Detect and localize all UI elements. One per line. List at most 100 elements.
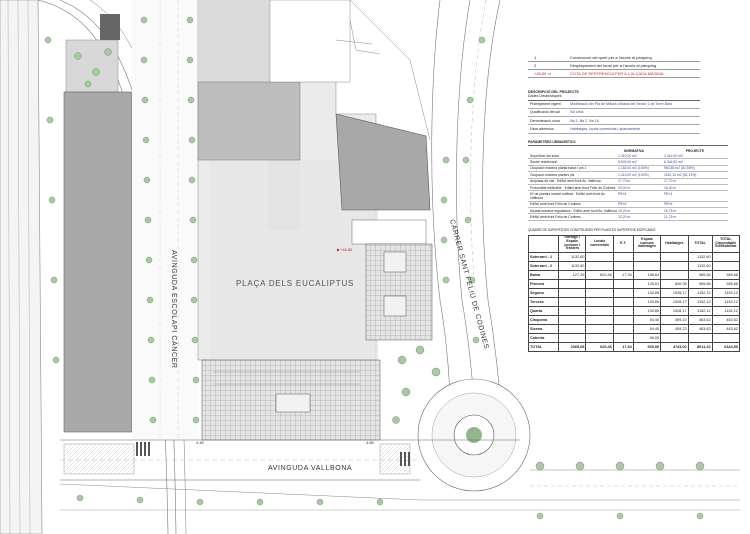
surfaces-cell xyxy=(632,251,662,262)
surfaces-cell xyxy=(585,260,614,271)
surfaces-cell: 463,62 xyxy=(711,314,741,325)
surfaces-cell: 965,66 xyxy=(687,278,713,289)
building-feliu xyxy=(335,113,431,211)
surfaces-cell: 2365,68 xyxy=(557,341,587,352)
surfaces-cell: 409,22 xyxy=(660,323,689,334)
surfaces-header: Locals comercials xyxy=(585,234,614,253)
surfaces-cell xyxy=(585,323,614,334)
surfaces-cell xyxy=(612,287,634,298)
surfaces-cell xyxy=(711,260,741,271)
surfaces-cell: 1028,17 xyxy=(660,287,689,298)
surfaces-cell: 965,66 xyxy=(687,269,713,280)
surfaces-header: Espais comuns habitatges xyxy=(632,234,662,253)
surfaces-cell xyxy=(557,332,587,343)
surfaces-cell xyxy=(660,251,689,262)
surfaces-row: Primera 125,61 840,05 965,66 965,66 xyxy=(528,278,741,289)
surfaces-row: TOTAL 2365,68 620,46 17,34 930,00 4743,00 8611… xyxy=(528,341,741,352)
surfaces-cell xyxy=(711,251,741,262)
params-title: PARÀMETRES URBANÍSTICS xyxy=(528,140,728,146)
params-row: Edifici amb front Feliu de Codines 22,20 … xyxy=(528,214,728,221)
params-columns: NORMATIVA PROJECTE xyxy=(623,149,704,153)
surfaces-cell xyxy=(557,278,587,289)
surfaces-cell: Soterrani - 1 xyxy=(528,251,559,262)
surfaces-cell xyxy=(632,260,662,271)
surfaces-row: Segona 133,65 1028,17 1152,12 1152,12 xyxy=(528,287,741,298)
surfaces-cell xyxy=(687,332,713,343)
surfaces-cell xyxy=(557,314,587,325)
surfaces-cell xyxy=(557,287,587,298)
surfaces-cell: TOTAL xyxy=(528,341,559,352)
surfaces-cell xyxy=(612,332,634,343)
surfaces-cell: 54,40 xyxy=(632,314,662,325)
legend-row: 1 Construcció del quiet per a l'accés al … xyxy=(528,54,700,62)
legend-text: Construcció del quiet per a l'accés al p… xyxy=(570,55,652,60)
surfaces-header xyxy=(528,234,559,253)
label-avinguda-escolapi: AVINGUDA ESCOLAPI CÀNCER xyxy=(170,250,179,369)
surfaces-cell: 198,64 xyxy=(632,269,662,280)
surfaces-cell: 133,65 xyxy=(632,296,662,307)
surfaces-title: QUADRE DE SUPERFÍCIES CONSTRUÏDES PER PL… xyxy=(528,228,656,232)
surfaces-cell: 133,65 xyxy=(632,287,662,298)
surfaces-cell: 4743,00 xyxy=(660,341,689,352)
surfaces-cell xyxy=(711,332,741,343)
surfaces-cell xyxy=(585,296,614,307)
legend-num: 2 xyxy=(534,63,537,68)
surfaces-cell xyxy=(557,305,587,316)
surfaces-header: Garatge i Espais comuns i Trasters xyxy=(557,234,587,253)
surfaces-cell xyxy=(612,251,634,262)
surfaces-cell xyxy=(612,296,634,307)
surfaces-cell: 133,65 xyxy=(632,305,662,316)
surfaces-table-block: QUADRE DE SUPERFÍCIES CONSTRUÏDES PER PL… xyxy=(528,228,741,352)
surfaces-cell: 127,29 xyxy=(557,269,587,280)
surfaces-cell xyxy=(660,269,689,280)
building-block-center xyxy=(197,81,301,161)
surfaces-row: Coberta 96,00 xyxy=(528,332,741,343)
label-carrer-sant-feliu: CARRER SANT FELIU DE CODINES xyxy=(448,219,489,350)
surfaces-cell: 1132,60 xyxy=(687,260,713,271)
surfaces-cell: 620,46 xyxy=(585,269,614,280)
surfaces-cell xyxy=(660,260,689,271)
surfaces-cell: Soterrani - 2 xyxy=(528,260,559,271)
legend-num: +48.85 m xyxy=(534,71,551,76)
surfaces-cell: 965,66 xyxy=(711,269,741,280)
surfaces-cell: Baixa xyxy=(528,269,559,280)
description-row: Qualificació del sòl Sòl urbà xyxy=(528,109,700,118)
surfaces-row: Sisena 54,40 409,22 463,62 463,62 xyxy=(528,323,741,334)
surfaces-cell: 1152,12 xyxy=(687,296,713,307)
surfaces-cell: 1132,60 xyxy=(557,251,587,262)
legend-text: COTA DE REFERÈNCIA PER A L'ALÇADA MÀXIMA xyxy=(570,71,664,76)
surfaces-cell: 1152,12 xyxy=(711,287,741,298)
surfaces-header: TOTAL Computable Edificabilitat xyxy=(711,234,741,253)
urban-parameters: PARÀMETRES URBANÍSTICS NORMATIVA PROJECTE… xyxy=(528,140,728,221)
surfaces-cell: 125,61 xyxy=(632,278,662,289)
surfaces-cell: 409,22 xyxy=(660,314,689,325)
surfaces-row: Soterrani - 2 1132,60 1132,60 xyxy=(528,260,741,271)
building-escolapi xyxy=(63,91,133,433)
zebra-crossings xyxy=(136,442,410,466)
surfaces-cell: Tercera xyxy=(528,296,559,307)
corner-mark-a: 4.45 xyxy=(196,440,205,445)
description-title: DESCRIPCIÓ DEL PROJECTE Dades Urbanístiqu… xyxy=(528,90,700,101)
surfaces-cell: 463,62 xyxy=(687,314,713,325)
surfaces-cell: Primera xyxy=(528,278,559,289)
surfaces-cell xyxy=(585,305,614,316)
surfaces-cell xyxy=(585,332,614,343)
surfaces-cell: 1152,12 xyxy=(687,287,713,298)
legend: 1 Construcció del quiet per a l'accés al … xyxy=(528,54,700,78)
surfaces-cell: 620,46 xyxy=(585,341,614,352)
surfaces-cell: 17,34 xyxy=(612,269,634,280)
surfaces-row: Cinquena 54,40 409,22 463,62 463,62 xyxy=(528,314,741,325)
avinguda-vallbona-road xyxy=(59,439,740,511)
surfaces-cell xyxy=(612,314,634,325)
roundabout xyxy=(417,378,531,492)
legend-row: +48.85 m COTA DE REFERÈNCIA PER A L'ALÇAD… xyxy=(528,70,700,78)
surfaces-header: E.T. xyxy=(612,234,634,253)
surfaces-cell xyxy=(585,278,614,289)
surfaces-cell xyxy=(612,260,634,271)
params-row: Nº de plantes màxim edificat · Edifici a… xyxy=(528,191,728,202)
description-row: Denominació zona Illa 1, Illa 2, Illa 16 xyxy=(528,117,700,126)
surfaces-cell: 840,05 xyxy=(660,278,689,289)
description-row: Planejament vigent Modificació del Pla de… xyxy=(528,101,700,109)
surfaces-cell xyxy=(557,296,587,307)
legend-num: 1 xyxy=(534,55,537,60)
